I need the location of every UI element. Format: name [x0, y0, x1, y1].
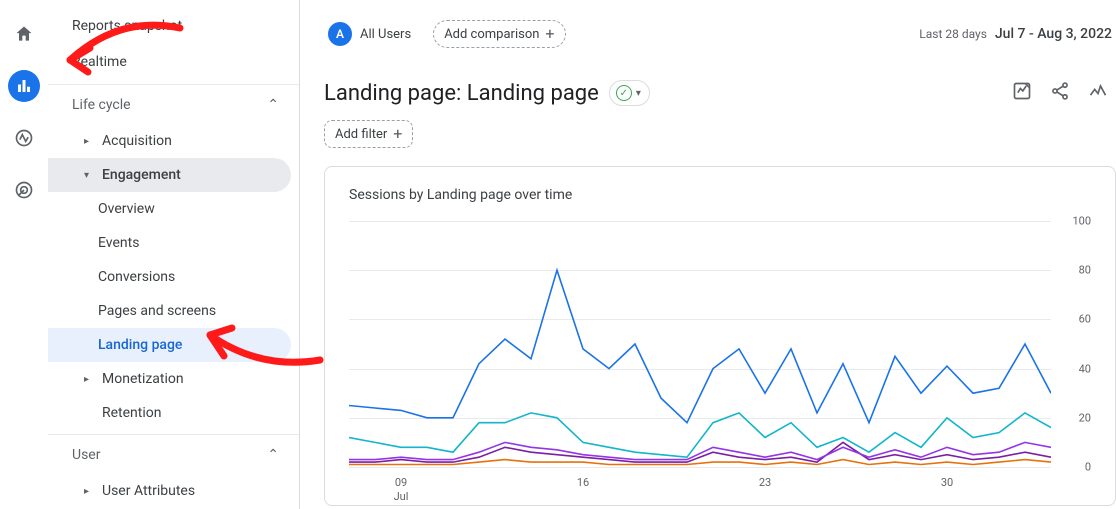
- sidebar-item-label: Acquisition: [102, 133, 172, 149]
- home-icon[interactable]: [8, 18, 40, 50]
- sidebar: Reports snapshot Realtime Life cycle ⌃ ▸…: [48, 0, 300, 509]
- add-filter-button[interactable]: Add filter +: [324, 120, 413, 148]
- sidebar-item-acquisition[interactable]: ▸ Acquisition: [48, 124, 291, 158]
- sidebar-item-label: Monetization: [102, 371, 184, 387]
- segment-badge: A: [328, 22, 352, 46]
- sidebar-section-label: User: [72, 447, 100, 463]
- sidebar-item-events[interactable]: Events: [48, 226, 291, 260]
- icon-rail: [0, 0, 48, 509]
- caret-down-icon: ▾: [84, 170, 94, 181]
- sidebar-item-label: Retention: [102, 405, 162, 421]
- reports-icon[interactable]: [8, 70, 40, 102]
- date-range-picker[interactable]: Last 28 days Jul 7 - Aug 3, 2022: [919, 26, 1116, 42]
- chart-series-line: [349, 270, 1051, 423]
- sidebar-section-life-cycle[interactable]: Life cycle ⌃: [48, 84, 299, 124]
- chart-svg: [349, 217, 1051, 467]
- filter-row: Add filter +: [324, 120, 1116, 148]
- plus-icon: +: [393, 126, 402, 142]
- chart-y-tick: 40: [1079, 362, 1091, 375]
- sidebar-item-label: User Attributes: [102, 483, 195, 499]
- sidebar-section-user[interactable]: User ⌃: [48, 434, 299, 474]
- customize-report-icon[interactable]: [1012, 81, 1032, 105]
- chart-y-tick: 100: [1072, 215, 1091, 228]
- sidebar-item-user-attributes[interactable]: ▸ User Attributes: [48, 474, 291, 508]
- chart-x-tick: 16: [577, 476, 589, 489]
- title-row: Landing page: Landing page ✓ ▾: [324, 80, 1116, 106]
- chart-x-tick: 23: [759, 476, 771, 489]
- top-bar: A All Users Add comparison + Last 28 day…: [324, 16, 1116, 52]
- chart-gridline: [349, 467, 1051, 468]
- date-range-label: Last 28 days: [919, 27, 987, 41]
- chart-card: Sessions by Landing page over time 0 20 40…: [324, 166, 1116, 506]
- add-filter-label: Add filter: [335, 127, 387, 142]
- insights-icon[interactable]: [1088, 81, 1108, 105]
- sidebar-item-landing-page[interactable]: Landing page: [48, 328, 291, 362]
- segment-chip-all-users[interactable]: A All Users: [324, 18, 423, 50]
- sidebar-item-retention[interactable]: Retention: [48, 396, 291, 430]
- share-icon[interactable]: [1050, 81, 1070, 105]
- sidebar-item-monetization[interactable]: ▸ Monetization: [48, 362, 291, 396]
- chart-y-tick: 0: [1085, 461, 1091, 474]
- segment-label: All Users: [360, 27, 411, 42]
- chart-y-tick: 20: [1079, 411, 1091, 424]
- status-pill[interactable]: ✓ ▾: [609, 80, 650, 106]
- chart-x-tick: 30: [941, 476, 953, 489]
- add-comparison-label: Add comparison: [444, 27, 539, 42]
- caret-right-icon: ▸: [84, 374, 94, 385]
- check-icon: ✓: [616, 85, 632, 101]
- sidebar-item-label: Engagement: [102, 167, 181, 183]
- chart-x-sublabel: Jul: [394, 490, 409, 503]
- title-actions: [1012, 81, 1108, 105]
- plus-icon: +: [545, 26, 554, 42]
- main-content: A All Users Add comparison + Last 28 day…: [300, 0, 1116, 509]
- date-range-value: Jul 7 - Aug 3, 2022: [995, 26, 1112, 42]
- chart-title: Sessions by Landing page over time: [349, 187, 1091, 203]
- segment-controls: A All Users Add comparison +: [324, 18, 566, 50]
- caret-down-icon: ▾: [636, 88, 641, 99]
- advertising-icon[interactable]: [8, 174, 40, 206]
- chart-area: 02040608010009162330Jul: [349, 217, 1091, 495]
- chart-y-tick: 60: [1079, 313, 1091, 326]
- sidebar-item-reports-snapshot[interactable]: Reports snapshot: [48, 8, 291, 44]
- caret-right-icon: ▸: [84, 486, 94, 497]
- sidebar-item-pages-screens[interactable]: Pages and screens: [48, 294, 291, 328]
- sidebar-item-engagement[interactable]: ▾ Engagement: [48, 158, 291, 192]
- caret-right-icon: ▸: [84, 136, 94, 147]
- page-title: Landing page: Landing page: [324, 81, 599, 106]
- chart-y-tick: 80: [1079, 264, 1091, 277]
- chevron-up-icon: ⌃: [267, 447, 279, 463]
- title-left: Landing page: Landing page ✓ ▾: [324, 80, 650, 106]
- add-comparison-button[interactable]: Add comparison +: [433, 20, 565, 48]
- chevron-up-icon: ⌃: [267, 97, 279, 113]
- sidebar-item-overview[interactable]: Overview: [48, 192, 291, 226]
- sidebar-item-conversions[interactable]: Conversions: [48, 260, 291, 294]
- sidebar-item-realtime[interactable]: Realtime: [48, 44, 291, 80]
- chart-series-line: [349, 413, 1051, 457]
- explore-icon[interactable]: [8, 122, 40, 154]
- sidebar-section-label: Life cycle: [72, 97, 131, 113]
- chart-x-tick: 09: [395, 476, 407, 489]
